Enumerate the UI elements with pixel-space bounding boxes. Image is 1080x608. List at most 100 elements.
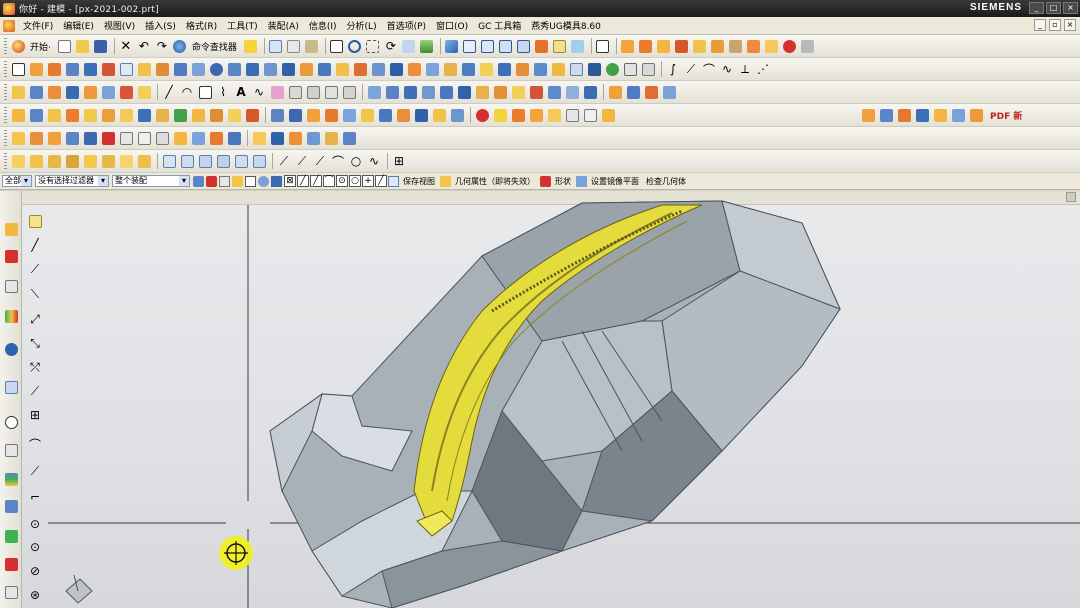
save-view-icon[interactable] <box>388 175 399 187</box>
plugin-a-icon[interactable] <box>10 107 26 123</box>
filter-scope-dropdown[interactable]: 全部 <box>2 175 32 187</box>
boss-icon[interactable] <box>82 61 98 77</box>
cylinder-icon[interactable] <box>172 61 188 77</box>
offset-face-icon[interactable] <box>334 61 350 77</box>
draw-f-icon[interactable]: ∿ <box>366 153 382 169</box>
close-button[interactable]: × <box>1063 2 1078 14</box>
datum-axis-icon[interactable] <box>586 61 602 77</box>
surface-c-icon[interactable] <box>46 84 62 100</box>
export-a-icon[interactable] <box>860 108 876 124</box>
pan-icon[interactable] <box>401 38 417 54</box>
unite-icon[interactable] <box>388 61 404 77</box>
curve-tool-d-icon[interactable] <box>323 84 339 100</box>
rectangle-icon[interactable] <box>197 84 213 100</box>
command-finder-icon[interactable] <box>172 38 188 54</box>
edit-g-icon[interactable] <box>474 84 490 100</box>
select-a-icon[interactable] <box>193 175 204 187</box>
groove-icon[interactable] <box>154 61 170 77</box>
hole-icon[interactable] <box>64 61 80 77</box>
mold-red-icon[interactable] <box>782 38 798 54</box>
util-h-icon[interactable] <box>136 153 152 169</box>
edit-e-icon[interactable] <box>438 84 454 100</box>
graphics-window[interactable]: ╱ ⟋ ⟍ ⤢ ⤡ ⤱ ⟋ ⊞ ⌒ ⟋ ⌐ ⊙ ⊙ ⊘ ⊛ <box>22 191 1080 608</box>
edit-d-icon[interactable] <box>420 84 436 100</box>
doc-close-button[interactable]: × <box>1064 19 1076 31</box>
curve-icon[interactable]: ∫ <box>665 61 681 77</box>
edit-f-icon[interactable] <box>456 84 472 100</box>
mold-h-icon[interactable] <box>136 130 152 146</box>
util-b-icon[interactable] <box>28 153 44 169</box>
studio-spline-icon[interactable]: ⌒ <box>27 436 43 452</box>
draw-d-icon[interactable]: ⌒ <box>330 153 346 169</box>
menu-gc-toolkit[interactable]: GC 工具箱 <box>473 19 526 32</box>
circle-center-icon[interactable]: ⊘ <box>27 563 43 579</box>
export-e-icon[interactable] <box>932 108 948 124</box>
history-icon[interactable] <box>3 414 19 430</box>
plugin-l-icon[interactable] <box>208 107 224 123</box>
plugin-m-icon[interactable] <box>226 107 242 123</box>
plugin-i-icon[interactable] <box>154 107 170 123</box>
snap-center-button[interactable]: ⊙ <box>336 175 348 187</box>
spline-icon[interactable]: ∿ <box>719 61 735 77</box>
datum-plane-icon[interactable] <box>568 61 584 77</box>
view-b-icon[interactable] <box>179 153 195 169</box>
mold-e-icon[interactable] <box>82 130 98 146</box>
csys-icon[interactable] <box>622 61 638 77</box>
intersect-icon[interactable] <box>424 61 440 77</box>
new-file-icon[interactable] <box>57 38 73 54</box>
reuse-library-icon[interactable] <box>3 308 19 324</box>
mold-r-icon[interactable] <box>323 130 339 146</box>
check-geometry-button[interactable]: 检查几何体 <box>646 176 686 187</box>
mold-n-icon[interactable] <box>251 130 267 146</box>
sphere-icon[interactable] <box>208 61 224 77</box>
quadrant-point-icon[interactable]: ⊛ <box>27 587 43 603</box>
edit-c-icon[interactable] <box>402 84 418 100</box>
nx-app-icon[interactable] <box>3 2 15 15</box>
web-browser-icon[interactable] <box>3 379 19 395</box>
tool-a-icon[interactable] <box>269 107 285 123</box>
point-sketch-icon[interactable]: ⊙ <box>27 516 43 532</box>
split-body-icon[interactable] <box>370 61 386 77</box>
minimize-button[interactable]: _ <box>1029 2 1044 14</box>
select-b-icon[interactable] <box>206 175 217 187</box>
select-c-icon[interactable] <box>219 175 230 187</box>
menu-analysis[interactable]: 分析(L) <box>342 19 382 32</box>
slot-icon[interactable] <box>136 61 152 77</box>
window-icon[interactable] <box>595 38 611 54</box>
patch-icon[interactable] <box>550 61 566 77</box>
arc-sketch-icon[interactable]: ⟍ <box>27 286 43 302</box>
surface-e-icon[interactable] <box>82 84 98 100</box>
grid-icon[interactable]: ⊞ <box>391 153 407 169</box>
menu-insert[interactable]: 插入(S) <box>140 19 181 32</box>
fit-view-icon[interactable] <box>329 38 345 54</box>
mold-b-icon[interactable] <box>28 130 44 146</box>
block-icon[interactable] <box>226 61 242 77</box>
render-style-icon[interactable] <box>419 38 435 54</box>
draw-b-icon[interactable]: ⟋ <box>294 153 310 169</box>
edit-i-icon[interactable] <box>510 84 526 100</box>
mirror-icon[interactable] <box>460 61 476 77</box>
finish-sketch-icon[interactable] <box>27 213 43 229</box>
analysis-c-icon[interactable] <box>643 84 659 100</box>
offset-curve-icon[interactable]: ⟂ <box>737 61 753 77</box>
export-g-icon[interactable] <box>968 108 984 124</box>
undo-icon[interactable]: ↶ <box>136 38 152 54</box>
roles-icon[interactable] <box>3 528 19 544</box>
surface-d-icon[interactable] <box>64 84 80 100</box>
line-tool-icon[interactable]: ╱ <box>161 84 177 100</box>
edit-l-icon[interactable] <box>564 84 580 100</box>
start-icon[interactable] <box>10 38 26 54</box>
menu-view[interactable]: 视图(V) <box>99 19 140 32</box>
constraint-navigator-icon[interactable] <box>3 278 19 294</box>
spline-tool-icon[interactable]: ∿ <box>251 84 267 100</box>
snap-endpoint-button[interactable]: ⊠ <box>284 175 296 187</box>
chamfer-icon[interactable] <box>298 61 314 77</box>
extrude-icon[interactable] <box>28 61 44 77</box>
solid-c-icon[interactable] <box>546 107 562 123</box>
surface-f-icon[interactable] <box>100 84 116 100</box>
mold-g-icon[interactable] <box>118 130 134 146</box>
snap-icon[interactable] <box>268 38 284 54</box>
view-d-icon[interactable] <box>215 153 231 169</box>
palette-icon[interactable] <box>3 584 19 600</box>
right-view-icon[interactable] <box>516 38 532 54</box>
